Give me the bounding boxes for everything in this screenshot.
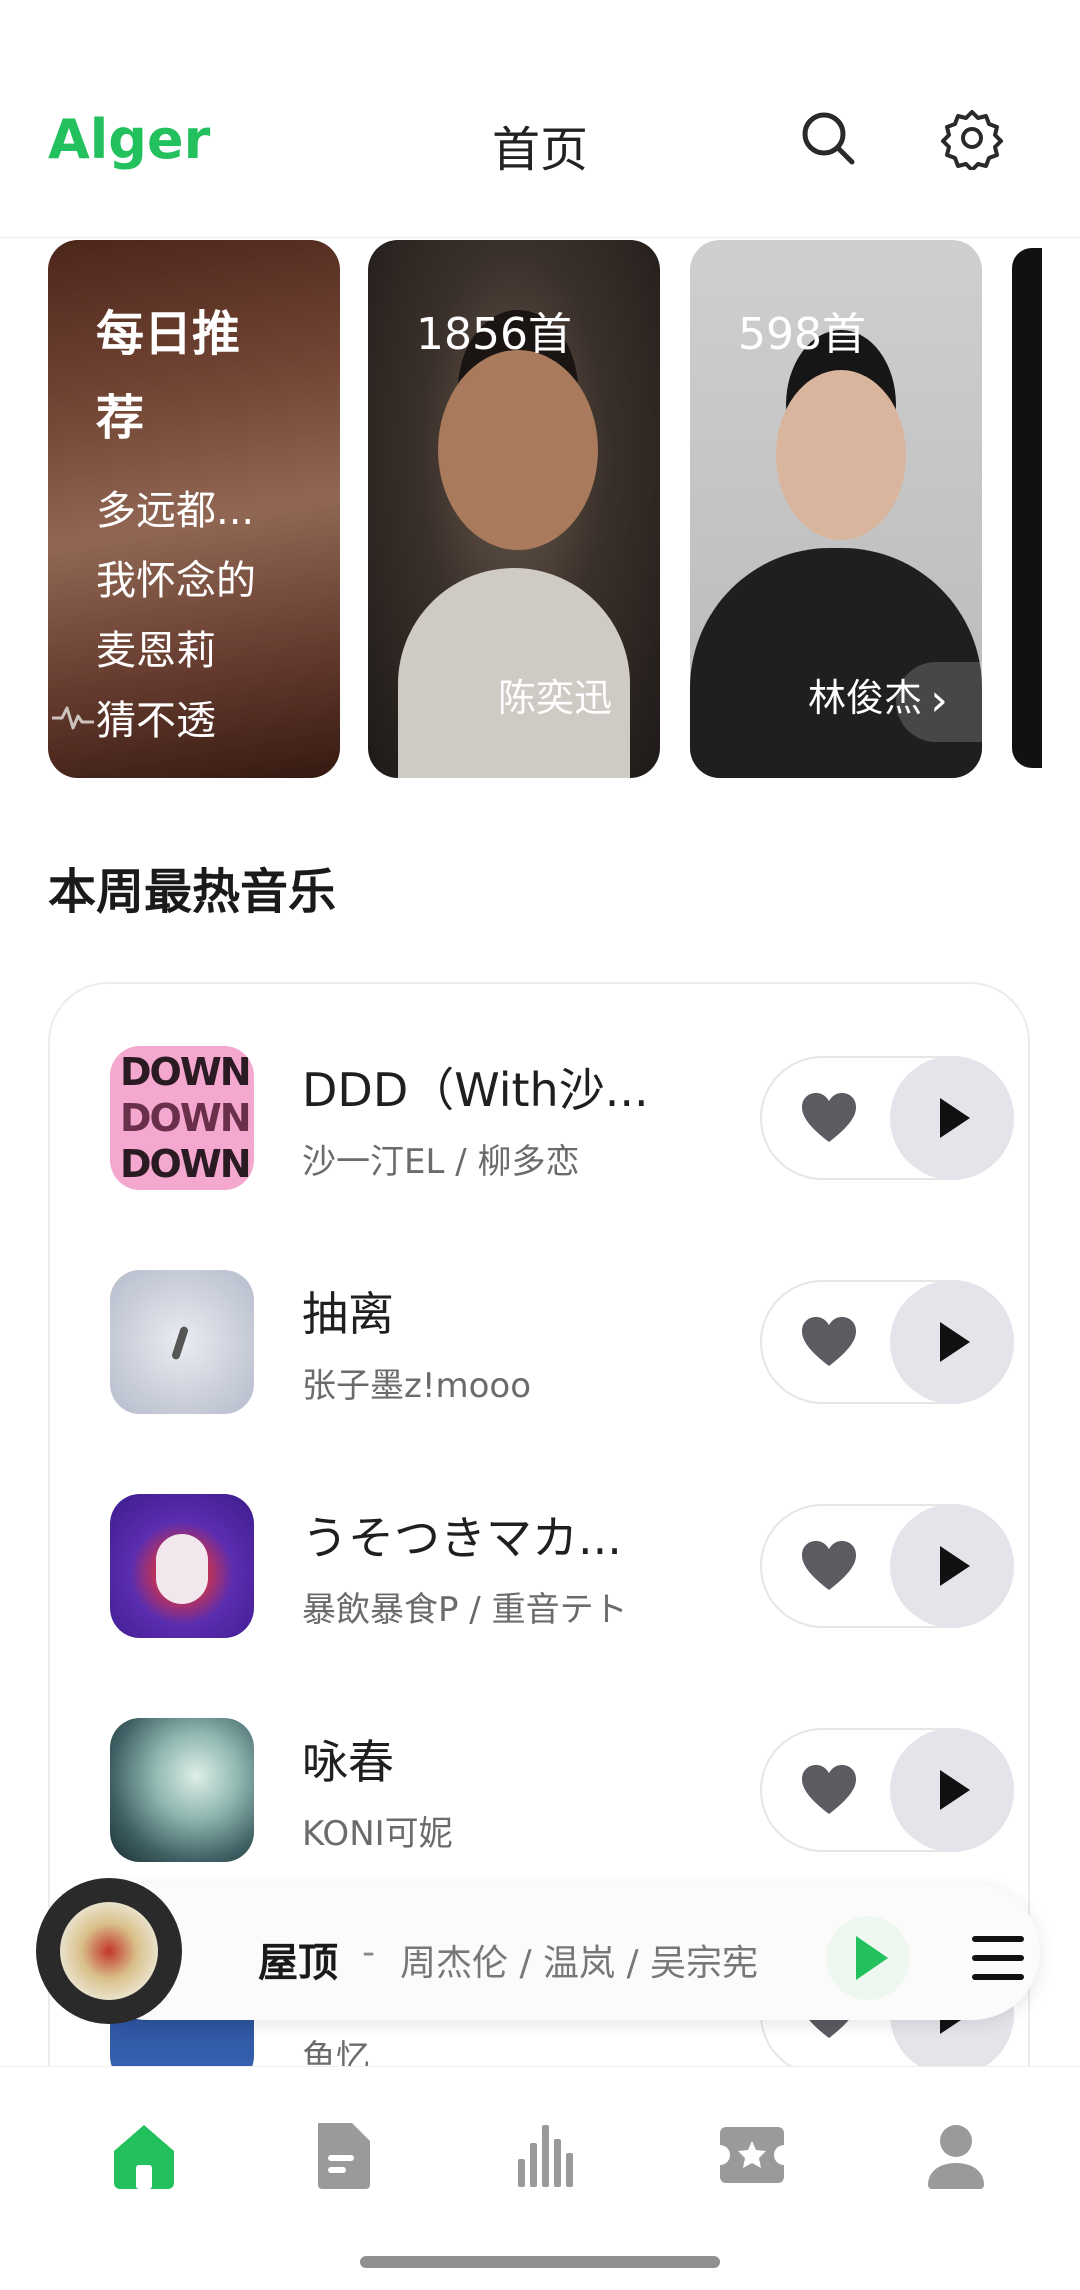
search-icon (802, 112, 855, 165)
song-row[interactable]: DOWN DOWN DOWN DDD（With沙... 沙一汀EL / 柳多恋 (110, 1046, 1014, 1196)
album-disc[interactable] (36, 1878, 182, 2024)
play-button[interactable] (890, 1728, 1014, 1852)
nav-profile[interactable] (916, 2115, 996, 2195)
song-row[interactable]: 咏春 KONI可妮 (110, 1718, 1014, 1868)
playlist-button[interactable] (960, 1920, 1036, 1996)
mini-player-bar[interactable]: 屋顶 - 周杰伦 / 温岚 / 吴宗宪 (80, 1884, 1040, 2020)
like-button[interactable] (798, 1760, 860, 1822)
song-title: うそつきマカ... (302, 1511, 622, 1565)
album-cover (60, 1902, 158, 2000)
nav-charts[interactable] (508, 2115, 588, 2195)
cover-text: DOWN (120, 1096, 252, 1140)
heart-icon (802, 1765, 856, 1814)
daily-song: 麦恩莉 (96, 628, 216, 674)
play-icon (940, 1546, 970, 1586)
play-icon (940, 1098, 970, 1138)
daily-song: 猜不透 (96, 698, 216, 744)
search-button[interactable] (796, 106, 860, 170)
title-separator: - (362, 1932, 375, 1973)
more-arrow-button[interactable]: › (896, 662, 982, 742)
heartbeat-icon (52, 706, 94, 730)
top-bar: Alger 首页 (0, 0, 1080, 238)
artist-card[interactable]: 598首 › 林俊杰 (690, 240, 982, 778)
play-button[interactable] (890, 1504, 1014, 1628)
play-icon (940, 1322, 970, 1362)
song-title: 抽离 (302, 1287, 394, 1341)
daily-song-list: 多远都... 我怀念的 麦恩莉 猜不透 (96, 476, 256, 756)
play-icon (856, 1936, 888, 1980)
heart-icon (802, 1093, 856, 1142)
play-button[interactable] (890, 1280, 1014, 1404)
song-artist: KONI可妮 (302, 1814, 453, 1854)
gear-icon (941, 110, 1003, 170)
heart-icon (802, 1541, 856, 1590)
play-button[interactable] (890, 1056, 1014, 1180)
heart-icon (802, 1317, 856, 1366)
nav-videos[interactable] (712, 2115, 792, 2195)
menu-icon (972, 1936, 1024, 1980)
artist-song-count: 598首 (738, 309, 866, 360)
artist-card[interactable]: 1856首 陈奕迅 (368, 240, 660, 778)
mini-play-button[interactable] (826, 1916, 910, 2000)
settings-button[interactable] (940, 106, 1004, 170)
home-icon (114, 2125, 174, 2189)
next-card-peek[interactable] (1012, 248, 1042, 768)
like-button[interactable] (798, 1536, 860, 1598)
user-icon (928, 2125, 984, 2189)
song-cover (110, 1494, 254, 1638)
section-title: 本周最热音乐 (48, 864, 337, 920)
cover-text: DOWN (120, 1142, 252, 1186)
home-indicator[interactable] (360, 2256, 720, 2268)
cover-text: DOWN (120, 1050, 252, 1094)
play-icon (940, 1770, 970, 1810)
artist-song-count: 1856首 (416, 309, 572, 360)
recommend-carousel[interactable]: 每日推荐 多远都... 我怀念的 麦恩莉 猜不透 1856首 陈奕迅 598首 … (0, 238, 1080, 778)
document-icon (318, 2123, 370, 2189)
artist-name: 陈奕迅 (497, 676, 612, 720)
like-button[interactable] (798, 1088, 860, 1150)
nav-home[interactable] (104, 2115, 184, 2195)
song-actions (760, 1056, 1014, 1180)
song-artist: 沙一汀EL / 柳多恋 (302, 1142, 580, 1182)
song-actions (760, 1504, 1014, 1628)
home-screen: Alger 首页 每日推荐 多远都... 我怀念的 麦恩莉 猜不透 1856首 … (0, 0, 1080, 2290)
mini-player[interactable]: 屋顶 - 周杰伦 / 温岚 / 吴宗宪 (36, 1878, 1040, 2024)
song-cover (110, 1718, 254, 1862)
now-playing-artist: 周杰伦 / 温岚 / 吴宗宪 (400, 1943, 759, 1984)
song-artist: 张子墨z!mooo (302, 1366, 532, 1406)
song-cover: DOWN DOWN DOWN (110, 1046, 254, 1190)
daily-recommend-card[interactable]: 每日推荐 多远都... 我怀念的 麦恩莉 猜不透 (48, 240, 340, 778)
song-row[interactable]: うそつきマカ... 暴飲暴食P / 重音テト (110, 1494, 1014, 1644)
song-actions (760, 1280, 1014, 1404)
video-icon (720, 2127, 784, 2183)
chevron-right-icon: › (930, 675, 948, 726)
song-artist: 暴飲暴食P / 重音テト (302, 1590, 628, 1630)
song-title: DDD（With沙... (302, 1063, 649, 1117)
nav-playlist[interactable] (304, 2115, 384, 2195)
song-row[interactable]: 抽离 张子墨z!mooo (110, 1270, 1014, 1420)
daily-song: 多远都... (96, 488, 255, 534)
song-cover (110, 1270, 254, 1414)
now-playing-title: 屋顶 (258, 1940, 338, 1986)
song-actions (760, 1728, 1014, 1852)
daily-song: 我怀念的 (96, 558, 256, 604)
song-title: 咏春 (302, 1735, 394, 1789)
daily-recommend-title: 每日推荐 (96, 306, 241, 446)
page-title: 首页 (491, 122, 588, 178)
chart-icon (518, 2125, 573, 2187)
like-button[interactable] (798, 1312, 860, 1374)
